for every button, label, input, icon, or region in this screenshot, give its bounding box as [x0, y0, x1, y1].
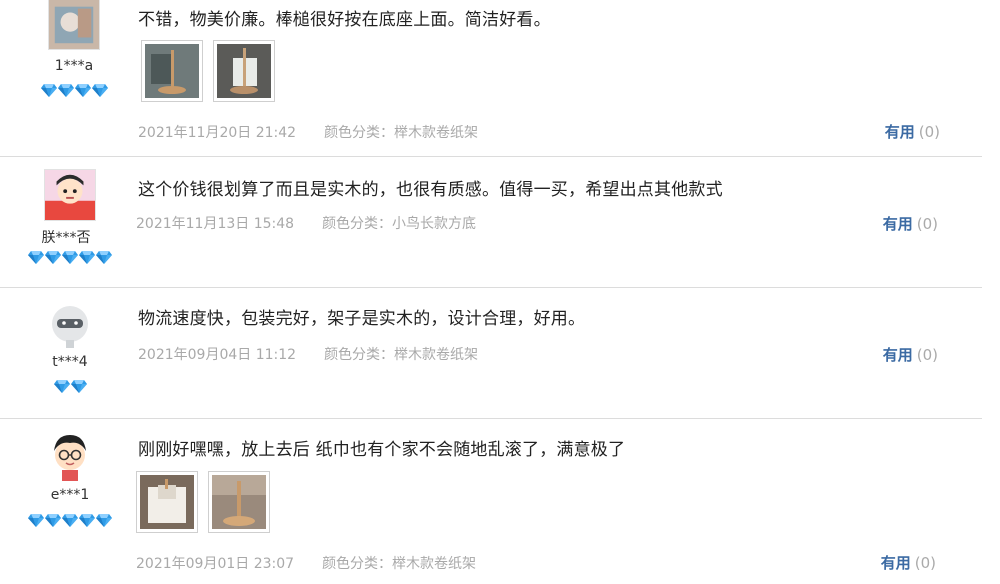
- review-photos: [141, 40, 275, 102]
- avatar[interactable]: [44, 429, 96, 481]
- gem-icon: [71, 380, 87, 393]
- user-nickname: 朕***否: [41, 230, 91, 246]
- gem-icon: [79, 514, 95, 527]
- gem-icon: [62, 251, 78, 264]
- review-text: 刚刚好嘿嘿，放上去后 纸巾也有个家不会随地乱滚了，满意极了: [138, 440, 626, 460]
- gem-icon: [41, 84, 57, 97]
- review-text: 不错，物美价廉。棒槌很好按在底座上面。简洁好看。: [138, 10, 551, 30]
- review-date: 2021年11月20日 21:42: [138, 125, 297, 141]
- review-date: 2021年09月01日 23:07: [136, 556, 295, 572]
- review-date: 2021年11月13日 15:48: [136, 216, 295, 232]
- review-sku: 颜色分类：小鸟长款方底: [322, 216, 477, 232]
- gem-icon: [45, 251, 61, 264]
- useful-label[interactable]: 有用: [885, 123, 915, 141]
- useful-count: (0): [916, 215, 938, 233]
- review-meta: 2021年11月20日 21:42 颜色分类：榉木款卷纸架: [138, 122, 478, 142]
- user-level-gems: [26, 84, 122, 97]
- review-date: 2021年09月04日 11:12: [138, 347, 297, 363]
- review-photo[interactable]: [136, 471, 198, 533]
- gem-icon: [96, 251, 112, 264]
- review-sku: 颜色分类：榉木款卷纸架: [324, 125, 479, 141]
- user-level-gems: [22, 251, 118, 264]
- review-meta: 2021年09月04日 11:12 颜色分类：榉木款卷纸架: [138, 344, 478, 364]
- useful-button[interactable]: 有用 (0): [883, 344, 938, 365]
- gem-icon: [96, 514, 112, 527]
- user-level-gems: [22, 380, 118, 393]
- gem-icon: [28, 514, 44, 527]
- useful-button[interactable]: 有用 (0): [883, 213, 938, 234]
- gem-icon: [79, 251, 95, 264]
- useful-count: (0): [918, 123, 940, 141]
- review-meta: 2021年09月01日 23:07 颜色分类：榉木款卷纸架: [136, 553, 476, 573]
- useful-label[interactable]: 有用: [883, 346, 913, 364]
- review-item: 朕***否 这个价钱很划算了而且是实木的，也很有质感。值得一买，希望出点其他款式…: [0, 157, 982, 287]
- review-sku: 颜色分类：榉木款卷纸架: [322, 556, 477, 572]
- review-meta: 2021年11月13日 15:48 颜色分类：小鸟长款方底: [136, 213, 476, 233]
- useful-label[interactable]: 有用: [881, 554, 911, 572]
- review-photo[interactable]: [141, 40, 203, 102]
- avatar[interactable]: [44, 169, 96, 221]
- user-nickname: 1***a: [54, 58, 94, 74]
- gem-icon: [92, 84, 108, 97]
- gem-icon: [45, 514, 61, 527]
- gem-icon: [75, 84, 91, 97]
- useful-button[interactable]: 有用 (0): [881, 552, 936, 573]
- review-photo[interactable]: [208, 471, 270, 533]
- useful-button[interactable]: 有用 (0): [885, 121, 940, 142]
- avatar[interactable]: [48, 0, 100, 50]
- review-text: 这个价钱很划算了而且是实木的，也很有质感。值得一买，希望出点其他款式: [138, 180, 723, 200]
- review-photo[interactable]: [213, 40, 275, 102]
- review-text: 物流速度快，包装完好，架子是实木的，设计合理，好用。: [138, 309, 586, 329]
- gem-icon: [28, 251, 44, 264]
- gem-icon: [58, 84, 74, 97]
- review-sku: 颜色分类：榉木款卷纸架: [324, 347, 479, 363]
- user-level-gems: [22, 514, 118, 527]
- user-nickname: t***4: [52, 354, 88, 370]
- review-item: 1***a 不错，物美价廉。棒槌很好按在底座上面。简洁好看。 2021年11月2…: [0, 0, 982, 156]
- useful-label[interactable]: 有用: [883, 215, 913, 233]
- review-item: t***4 物流速度快，包装完好，架子是实木的，设计合理，好用。 2021年09…: [0, 288, 982, 418]
- useful-count: (0): [916, 346, 938, 364]
- gem-icon: [62, 514, 78, 527]
- avatar[interactable]: [44, 300, 96, 352]
- gem-icon: [54, 380, 70, 393]
- useful-count: (0): [914, 554, 936, 572]
- review-item: e***1 刚刚好嘿嘿，放上去后 纸巾也有个家不会随地乱滚了，满意极了 2021…: [0, 419, 982, 584]
- user-nickname: e***1: [50, 487, 90, 503]
- review-photos: [136, 471, 270, 533]
